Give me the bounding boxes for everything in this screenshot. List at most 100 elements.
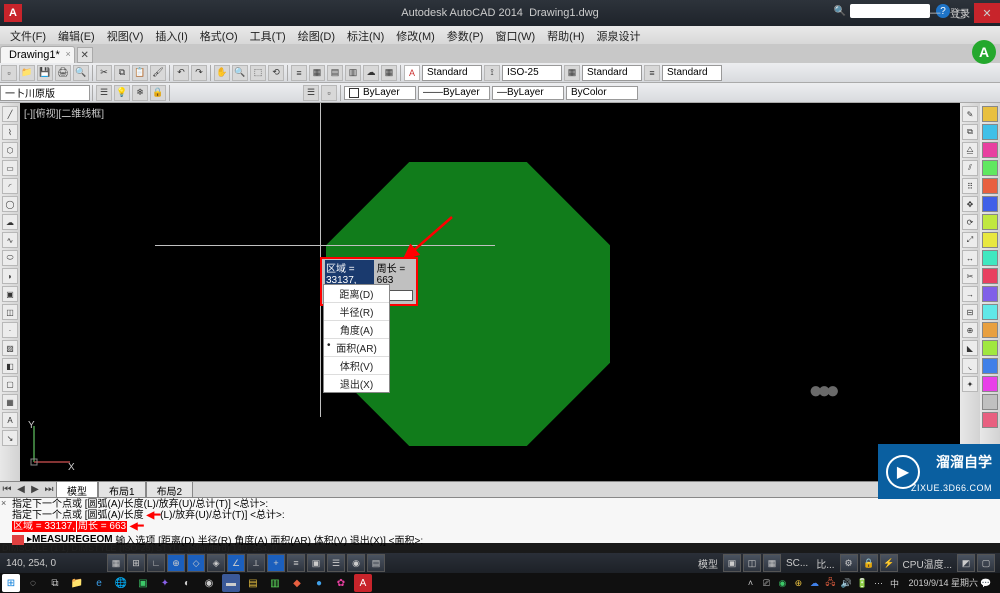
gradient-icon[interactable]: ◧ [2,358,18,374]
offset-icon[interactable]: ⫽ [962,160,978,176]
yq-ic-5[interactable] [982,178,998,194]
yq-ic-1[interactable] [982,106,998,122]
command-window[interactable]: × 指定下一个点或 [圆弧(A)/长度(L)/放弃(U)/总计(T)] <总计>… [0,497,1000,543]
tb-search-icon[interactable]: ◌ [24,574,42,592]
calc-icon[interactable]: ▦ [381,65,397,81]
ml-style-select[interactable]: Standard [662,65,722,81]
paste-icon[interactable]: 📋 [132,65,148,81]
dim-style-select[interactable]: ISO-25 [502,65,562,81]
menu-view[interactable]: 视图(V) [101,26,150,44]
tab-layout1[interactable]: 布局1 [98,481,146,499]
opt-volume[interactable]: 体积(V) [324,357,389,375]
menu-file[interactable]: 文件(F) [4,26,52,44]
ducs-toggle[interactable]: ⟂ [247,554,265,572]
yq-ic-3[interactable] [982,142,998,158]
tb-app3-icon[interactable]: ▬ [222,574,240,592]
otrack-toggle[interactable]: ∠ [227,554,245,572]
color-select[interactable]: ByLayer [344,86,416,100]
snap-toggle[interactable]: ▦ [107,554,125,572]
document-tab[interactable]: Drawing1* × [0,46,75,63]
yq-ic-13[interactable] [982,322,998,338]
cmd-input-line[interactable]: ▸ MEASUREGEOM 输入选项 [距离(D) 半径(R) 角度(A) 面积… [2,532,998,547]
ortho-toggle[interactable]: ∟ [147,554,165,572]
layer-iso-icon[interactable]: ▫ [321,85,337,101]
copy2-icon[interactable]: ⧉ [962,124,978,140]
sb-model[interactable]: 模型 [698,556,718,571]
region-icon[interactable]: ▢ [2,376,18,392]
move-icon[interactable]: ✥ [962,196,978,212]
insert-icon[interactable]: ▣ [2,286,18,302]
textstyle-icon[interactable]: A [404,65,420,81]
mirror-icon[interactable]: ⧋ [962,142,978,158]
autodesk-badge-icon[interactable]: A [972,40,996,64]
tray-bd-icon[interactable]: ☁ [807,576,821,590]
layout-next-icon[interactable]: ▶ [28,483,42,497]
tray-vol-icon[interactable]: 🔊 [839,576,853,590]
tb-steam-icon[interactable]: ◉ [200,574,218,592]
ellipse-icon[interactable]: ⬭ [2,250,18,266]
point-icon[interactable]: · [2,322,18,338]
tb-explorer-icon[interactable]: 📁 [68,574,86,592]
sb-lock-icon[interactable]: 🔒 [860,554,878,572]
erase-icon[interactable]: ✎ [962,106,978,122]
opt-exit[interactable]: 退出(X) [324,375,389,392]
layout-last-icon[interactable]: ⏭ [42,483,56,497]
join-icon[interactable]: ⊕ [962,322,978,338]
drawing-canvas[interactable]: [-][俯视][二维线框] 区域 = 33137, 周长 = 663 输入选项 … [20,103,960,481]
menu-window[interactable]: 窗口(W) [489,26,541,44]
tb-app2-icon[interactable]: ◐ [178,574,196,592]
menu-edit[interactable]: 编辑(E) [52,26,101,44]
block-icon[interactable]: ◫ [2,304,18,320]
tr-toggle[interactable]: ▣ [307,554,325,572]
maximize-button[interactable]: ▢ [948,3,974,23]
rotate-icon[interactable]: ⟳ [962,214,978,230]
menu-parametric[interactable]: 参数(P) [441,26,490,44]
yq-ic-12[interactable] [982,304,998,320]
explode-icon[interactable]: ✦ [962,376,978,392]
sc-toggle[interactable]: ◉ [347,554,365,572]
tray-net-icon[interactable]: 🖧 [823,576,837,590]
dimstyle-icon[interactable]: ⟟ [484,65,500,81]
qp-toggle[interactable]: ☰ [327,554,345,572]
close-button[interactable]: ✕ [974,3,1000,23]
linetype-select[interactable]: —— ByLayer [418,86,490,100]
sb-maxvp-icon[interactable]: ▣ [723,554,741,572]
tb-store-icon[interactable]: ▣ [134,574,152,592]
am-toggle[interactable]: ▤ [367,554,385,572]
mark-icon[interactable]: ☁ [363,65,379,81]
pan-icon[interactable]: ✋ [214,65,230,81]
open-icon[interactable]: 📁 [19,65,35,81]
yq-ic-16[interactable] [982,376,998,392]
menu-dimension[interactable]: 标注(N) [341,26,390,44]
tp-icon[interactable]: ▤ [327,65,343,81]
redo-icon[interactable]: ↷ [191,65,207,81]
zoom-win-icon[interactable]: ⬚ [250,65,266,81]
properties-icon[interactable]: ≡ [291,65,307,81]
arc-icon[interactable]: ◜ [2,178,18,194]
sb-qvl-icon[interactable]: ▦ [763,554,781,572]
array-icon[interactable]: ⠿ [962,178,978,194]
opt-area[interactable]: 面积(AR) [324,339,389,357]
menu-format[interactable]: 格式(O) [194,26,244,44]
cut-icon[interactable]: ✂ [96,65,112,81]
spline-icon[interactable]: ∿ [2,232,18,248]
layer-on-icon[interactable]: 💡 [114,85,130,101]
tb-chrome-icon[interactable]: 🌐 [112,574,130,592]
yq-ic-14[interactable] [982,340,998,356]
tray-batt-icon[interactable]: 🔋 [855,576,869,590]
tb-app4-icon[interactable]: ▤ [244,574,262,592]
search-input[interactable] [850,4,930,18]
zoom-icon[interactable]: 🔍 [232,65,248,81]
stretch-icon[interactable]: ↔ [962,250,978,266]
menu-help[interactable]: 帮助(H) [541,26,590,44]
layer-lock-icon[interactable]: 🔒 [150,85,166,101]
yq-ic-9[interactable] [982,250,998,266]
addsel-icon[interactable]: ↘ [2,430,18,446]
layer-freeze-icon[interactable]: ❄ [132,85,148,101]
yq-ic-15[interactable] [982,358,998,374]
undo-icon[interactable]: ↶ [173,65,189,81]
opt-angle[interactable]: 角度(A) [324,321,389,339]
pline-icon[interactable]: ⌇ [2,124,18,140]
plotstyle-select[interactable]: ByColor [566,86,638,100]
cmd-close-icon[interactable]: × [1,498,6,508]
